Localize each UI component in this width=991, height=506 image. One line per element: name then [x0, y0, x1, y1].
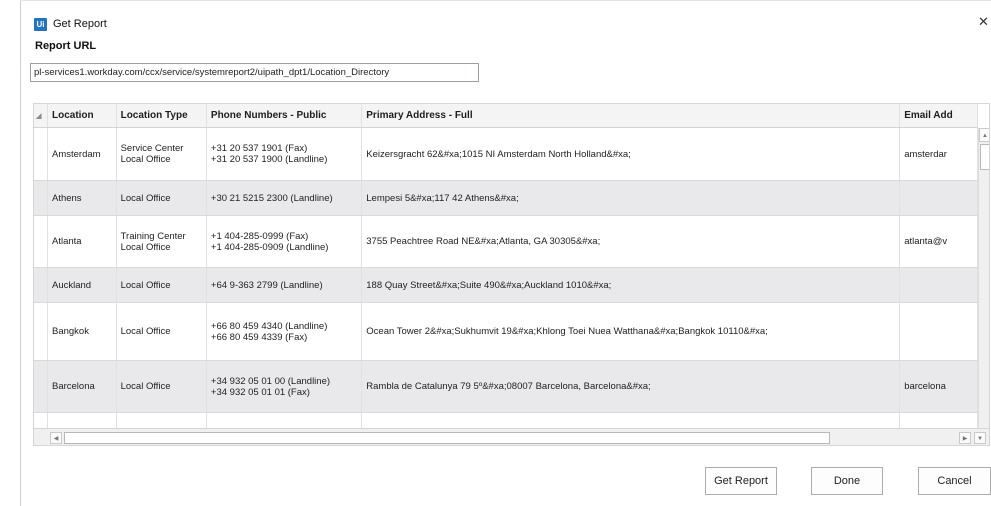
report-table: ◢ Location Location Type Phone Numbers -…	[34, 104, 978, 428]
cell-location-type: Service Center Local Office	[116, 127, 207, 181]
cell-primary-address: Keizersgracht 62&#xa;1015 NI Amsterdam N…	[361, 127, 901, 181]
report-data-grid[interactable]: ◢ Location Location Type Phone Numbers -…	[33, 103, 990, 446]
scroll-down-icon[interactable]: ▼	[974, 432, 986, 444]
cell-email: amsterdar	[899, 127, 978, 181]
column-header-location-type[interactable]: Location Type	[116, 104, 207, 128]
horizontal-scroll-thumb[interactable]	[64, 432, 830, 444]
cell-phone-numbers: +34 932 05 01 00 (Landline) +34 932 05 01…	[206, 360, 363, 413]
cell-phone-numbers: +1 404-285-0999 (Fax) +1 404-285-0909 (La…	[206, 215, 363, 268]
column-header-email[interactable]: Email Add	[899, 104, 978, 128]
cell-location-type: Local Office	[116, 302, 207, 361]
cancel-button[interactable]: Cancel	[918, 467, 991, 495]
close-icon[interactable]: ✕	[978, 14, 991, 30]
scroll-right-icon[interactable]: ▶	[959, 432, 971, 444]
table-row[interactable]: Auckland Local Office +64 9-363 2799 (La…	[34, 267, 978, 303]
cell-phone-numbers: +64 9-363 2799 (Landline)	[206, 267, 363, 303]
cell-primary-address: Ocean Tower 2&#xa;Sukhumvit 19&#xa;Khlon…	[361, 302, 901, 361]
cell-phone-numbers: +31 20 537 1901 (Fax) +31 20 537 1900 (La…	[206, 127, 363, 181]
sort-corner-icon[interactable]: ◢	[34, 104, 49, 128]
cell-location-type: Local Office	[116, 360, 207, 413]
scroll-up-icon[interactable]: ▲	[979, 128, 989, 142]
cell-location-type: Local Office	[116, 180, 207, 216]
done-button[interactable]: Done	[811, 467, 883, 495]
table-row[interactable]	[34, 412, 978, 428]
dialog-top-border	[20, 0, 991, 1]
report-url-input[interactable]	[30, 63, 479, 82]
cell-email	[899, 302, 978, 361]
cell-location: Auckland	[47, 267, 117, 303]
report-url-label: Report URL	[35, 40, 97, 52]
cell-location-type: Local Office	[116, 267, 207, 303]
cell-location: Bangkok	[47, 302, 117, 361]
uipath-app-icon: Ui	[34, 17, 47, 31]
get-report-button[interactable]: Get Report	[705, 467, 777, 495]
cell-phone-numbers: +30 21 5215 2300 (Landline)	[206, 180, 363, 216]
table-row[interactable]: Atlanta Training Center Local Office +1 4…	[34, 215, 978, 268]
cell-location-type: Training Center Local Office	[116, 215, 207, 268]
cell-location: Barcelona	[47, 360, 117, 413]
cell-email	[899, 267, 978, 303]
table-row[interactable]: Athens Local Office +30 21 5215 2300 (La…	[34, 180, 978, 216]
grid-viewport: ◢ Location Location Type Phone Numbers -…	[34, 104, 978, 428]
cell-primary-address: Lempesi 5&#xa;117 42 Athens&#xa;	[361, 180, 901, 216]
cell-primary-address: 3755 Peachtree Road NE&#xa;Atlanta, GA 3…	[361, 215, 901, 268]
cell-phone-numbers: +66 80 459 4340 (Landline) +66 80 459 433…	[206, 302, 363, 361]
column-header-primary-address[interactable]: Primary Address - Full	[361, 104, 901, 128]
scroll-left-icon[interactable]: ◀	[50, 432, 62, 444]
dialog-title: Get Report	[53, 18, 107, 30]
vertical-scrollbar[interactable]: ▲	[978, 128, 989, 428]
horizontal-scrollbar[interactable]: ◀ ▶ ▼	[34, 428, 989, 445]
title-bar: Ui Get Report	[34, 14, 107, 34]
column-header-phone-numbers[interactable]: Phone Numbers - Public	[206, 104, 363, 128]
dialog-left-border	[20, 0, 21, 506]
cell-email: barcelona	[899, 360, 978, 413]
cell-primary-address: Rambla de Catalunya 79 5º&#xa;08007 Barc…	[361, 360, 901, 413]
table-header-row: ◢ Location Location Type Phone Numbers -…	[34, 104, 978, 128]
table-row[interactable]: Bangkok Local Office +66 80 459 4340 (La…	[34, 302, 978, 361]
cell-email	[899, 180, 978, 216]
cell-primary-address: 188 Quay Street&#xa;Suite 490&#xa;Auckla…	[361, 267, 901, 303]
cell-email: atlanta@v	[899, 215, 978, 268]
column-header-location[interactable]: Location	[47, 104, 117, 128]
cell-location: Atlanta	[47, 215, 117, 268]
cell-location: Amsterdam	[47, 127, 117, 181]
vertical-scroll-thumb[interactable]	[980, 144, 989, 170]
table-row[interactable]: Amsterdam Service Center Local Office +31…	[34, 127, 978, 181]
table-row[interactable]: Barcelona Local Office +34 932 05 01 00 …	[34, 360, 978, 413]
cell-location: Athens	[47, 180, 117, 216]
